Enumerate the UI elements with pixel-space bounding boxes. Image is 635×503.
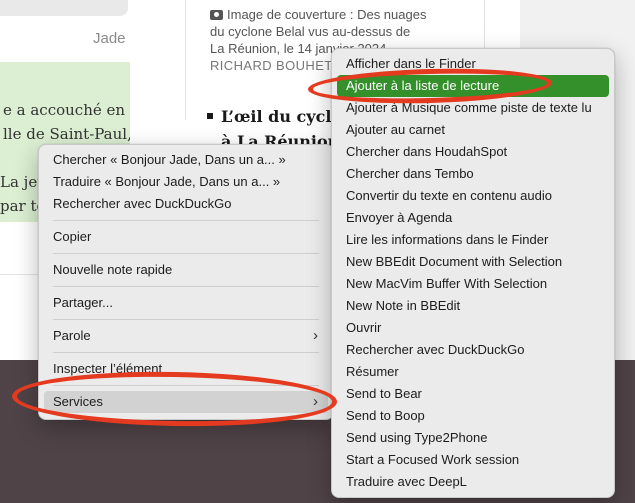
- column-divider-right: [484, 0, 485, 50]
- chevron-right-icon: ›: [313, 327, 318, 344]
- service-add-to-notebook[interactable]: Ajouter au carnet: [337, 119, 609, 141]
- menu-item-label: New Note in BBEdit: [346, 298, 461, 313]
- menu-separator: [53, 319, 319, 320]
- menu-item-label: New BBEdit Document with Selection: [346, 254, 563, 269]
- menu-separator: [53, 220, 319, 221]
- menu-item-copy[interactable]: Copier: [44, 226, 328, 248]
- menu-separator: [53, 385, 319, 386]
- menu-item-label: Send to Bear: [346, 386, 422, 401]
- service-add-to-reading-list[interactable]: Ajouter à la liste de lecture: [337, 75, 609, 97]
- service-summarize[interactable]: Résumer: [337, 361, 609, 383]
- menu-item-share[interactable]: Partager...: [44, 292, 328, 314]
- service-send-to-bear[interactable]: Send to Bear: [337, 383, 609, 405]
- menu-item-label: Chercher « Bonjour Jade, Dans un a... »: [53, 152, 286, 167]
- message-line: lle de Saint-Paul,: [3, 125, 130, 143]
- camera-icon: [210, 10, 223, 20]
- service-search-duckduckgo[interactable]: Rechercher avec DuckDuckGo: [337, 339, 609, 361]
- menu-item-label: Copier: [53, 229, 92, 244]
- menu-item-label: Traduire « Bonjour Jade, Dans un a... »: [53, 174, 281, 189]
- menu-item-label: Afficher dans le Finder: [346, 56, 476, 71]
- service-text-to-audio[interactable]: Convertir du texte en contenu audio: [337, 185, 609, 207]
- menu-item-label: Partager...: [53, 295, 113, 310]
- caption-line: Image de couverture : Des nuages: [227, 7, 427, 22]
- menu-separator: [53, 253, 319, 254]
- menu-separator: [53, 352, 319, 353]
- service-finder-get-info[interactable]: Lire les informations dans le Finder: [337, 229, 609, 251]
- menu-item-label: Nouvelle note rapide: [53, 262, 173, 277]
- menu-item-translate[interactable]: Traduire « Bonjour Jade, Dans un a... »: [44, 171, 328, 193]
- author-name: Jade: [93, 30, 126, 47]
- menu-item-label: Inspecter l’élément: [53, 361, 163, 376]
- caption-line: du cyclone Belal vus au-dessus de: [210, 24, 411, 39]
- menu-item-label: Convertir du texte en contenu audio: [346, 188, 552, 203]
- menu-item-label: New MacVim Buffer With Selection: [346, 276, 548, 291]
- service-translate-deepl[interactable]: Traduire avec DeepL: [337, 471, 609, 493]
- top-gray-bar: [0, 0, 128, 16]
- service-add-to-music-spoken-track[interactable]: Ajouter à Musique comme piste de texte l…: [337, 97, 609, 119]
- column-divider: [185, 0, 186, 120]
- service-search-tembo[interactable]: Chercher dans Tembo: [337, 163, 609, 185]
- menu-item-label: Lire les informations dans le Finder: [346, 232, 549, 247]
- menu-item-quick-note[interactable]: Nouvelle note rapide: [44, 259, 328, 281]
- context-menu: Chercher « Bonjour Jade, Dans un a... » …: [38, 144, 334, 420]
- service-new-bbedit-document[interactable]: New BBEdit Document with Selection: [337, 251, 609, 273]
- service-focused-work-session[interactable]: Start a Focused Work session: [337, 449, 609, 471]
- service-send-to-boop[interactable]: Send to Boop: [337, 405, 609, 427]
- menu-item-label: Rechercher avec DuckDuckGo: [346, 342, 525, 357]
- menu-item-label: Chercher dans Tembo: [346, 166, 474, 181]
- menu-item-inspect-element[interactable]: Inspecter l’élément: [44, 358, 328, 380]
- menu-separator: [53, 286, 319, 287]
- menu-item-label: Start a Focused Work session: [346, 452, 520, 467]
- service-new-note-bbedit[interactable]: New Note in BBEdit: [337, 295, 609, 317]
- menu-item-label: Ajouter à la liste de lecture: [346, 78, 500, 93]
- services-submenu: Afficher dans le Finder Ajouter à la lis…: [331, 48, 615, 498]
- menu-item-label: Envoyer à Agenda: [346, 210, 453, 225]
- service-show-in-finder[interactable]: Afficher dans le Finder: [337, 53, 609, 75]
- menu-item-label: Ajouter au carnet: [346, 122, 446, 137]
- menu-item-label: Send using Type2Phone: [346, 430, 488, 445]
- service-new-macvim-buffer[interactable]: New MacVim Buffer With Selection: [337, 273, 609, 295]
- chevron-right-icon: ›: [313, 393, 318, 410]
- menu-item-lookup[interactable]: Chercher « Bonjour Jade, Dans un a... »: [44, 149, 328, 171]
- menu-item-speech[interactable]: Parole ›: [44, 325, 328, 347]
- menu-item-label: Rechercher avec DuckDuckGo: [53, 196, 232, 211]
- service-search-houdahspot[interactable]: Chercher dans HoudahSpot: [337, 141, 609, 163]
- service-send-to-agenda[interactable]: Envoyer à Agenda: [337, 207, 609, 229]
- menu-item-label: Ajouter à Musique comme piste de texte l…: [346, 100, 592, 115]
- menu-item-label: Ouvrir: [346, 320, 382, 335]
- menu-item-label: Send to Boop: [346, 408, 425, 423]
- menu-item-search-duckduckgo[interactable]: Rechercher avec DuckDuckGo: [44, 193, 328, 215]
- bullet-icon: [207, 113, 213, 119]
- message-line: e a accouché en: [3, 101, 126, 119]
- menu-item-label: Services: [53, 394, 103, 409]
- menu-item-label: Parole: [53, 328, 91, 343]
- menu-item-label: Résumer: [346, 364, 399, 379]
- menu-item-label: Traduire avec DeepL: [346, 474, 467, 489]
- service-send-type2phone[interactable]: Send using Type2Phone: [337, 427, 609, 449]
- service-open[interactable]: Ouvrir: [337, 317, 609, 339]
- menu-item-services[interactable]: Services ›: [44, 391, 328, 413]
- menu-item-label: Chercher dans HoudahSpot: [346, 144, 508, 159]
